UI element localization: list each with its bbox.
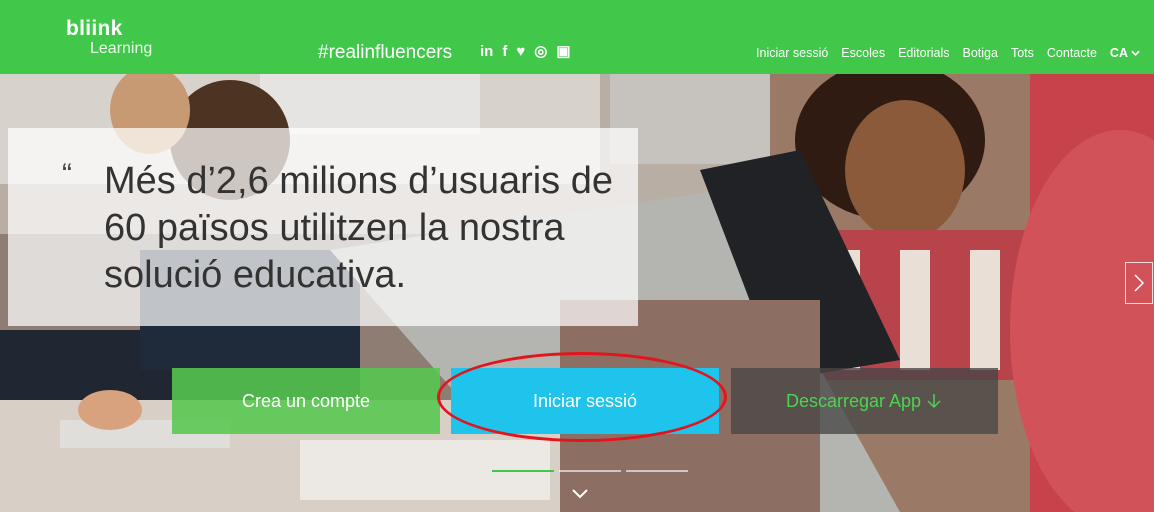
- social-links: in f ♥ ◎ ▣: [480, 42, 571, 61]
- slider-dot-3[interactable]: [626, 470, 688, 472]
- arrow-down-icon: [927, 394, 941, 409]
- youtube-icon[interactable]: ▣: [556, 42, 570, 60]
- nav-item-iniciar-sessio[interactable]: Iniciar sessió: [756, 46, 828, 60]
- instagram-icon[interactable]: ◎: [534, 42, 547, 60]
- facebook-icon[interactable]: f: [502, 43, 507, 60]
- chevron-right-icon: [1134, 274, 1145, 292]
- logo-wordmark: bliink: [66, 17, 123, 40]
- slider-indicators: [492, 470, 688, 472]
- chevron-down-icon: [572, 489, 588, 499]
- quote-mark-icon: “: [62, 158, 72, 191]
- language-code: CA: [1109, 46, 1128, 60]
- language-selector[interactable]: CA: [1110, 46, 1140, 60]
- slider-dot-1[interactable]: [492, 470, 554, 472]
- login-button[interactable]: Iniciar sessió: [451, 368, 719, 434]
- slider-dot-2[interactable]: [559, 470, 621, 472]
- nav-item-editorials[interactable]: Editorials: [898, 46, 949, 60]
- nav-item-tots[interactable]: Tots: [1011, 46, 1034, 60]
- nav-item-escoles[interactable]: Escoles: [841, 46, 885, 60]
- hero-quote-text: Més d’2,6 milions d’usuaris de 60 països…: [104, 160, 614, 296]
- linkedin-icon[interactable]: in: [480, 43, 493, 60]
- hashtag-link[interactable]: #realinfluencers: [318, 42, 452, 64]
- nav-item-contacte[interactable]: Contacte: [1047, 46, 1097, 60]
- scroll-down-button[interactable]: [565, 482, 595, 506]
- logo-subtitle: Learning: [90, 40, 153, 57]
- top-navigation-bar: bliink Learning #realinfluencers in f ♥ …: [0, 0, 1154, 74]
- download-app-label: Descarregar App: [785, 390, 922, 411]
- blink-learning-logo[interactable]: bliink Learning: [66, 18, 152, 57]
- nav-item-botiga[interactable]: Botiga: [963, 46, 998, 60]
- twitter-icon[interactable]: ♥: [516, 43, 525, 60]
- chevron-down-icon: [1131, 50, 1140, 56]
- create-account-button[interactable]: Crea un compte: [172, 368, 440, 434]
- download-app-button[interactable]: Descarregar App: [731, 368, 998, 434]
- slider-next-button[interactable]: [1125, 262, 1153, 304]
- main-nav: Iniciar sessió Escoles Editorials Botiga…: [756, 46, 1140, 60]
- homepage: bliink Learning #realinfluencers in f ♥ …: [0, 0, 1154, 512]
